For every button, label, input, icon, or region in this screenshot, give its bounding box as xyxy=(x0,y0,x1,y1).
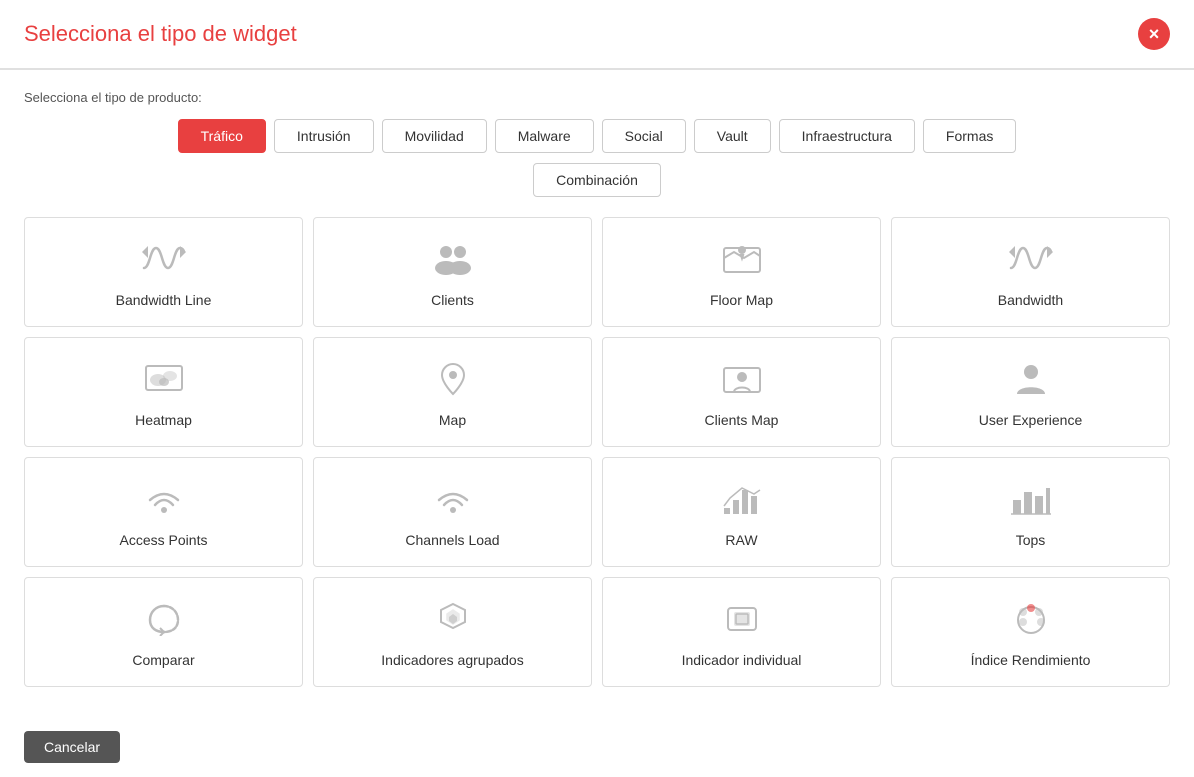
widget-raw[interactable]: RAW xyxy=(602,457,881,567)
widget-user-experience[interactable]: User Experience xyxy=(891,337,1170,447)
widget-channels-load[interactable]: Channels Load xyxy=(313,457,592,567)
widget-tops[interactable]: Tops xyxy=(891,457,1170,567)
widget-indicador-individual[interactable]: Indicador individual xyxy=(602,577,881,687)
comparar-icon xyxy=(142,600,186,642)
close-icon: × xyxy=(1149,24,1160,45)
widget-clients-map-label: Clients Map xyxy=(705,412,779,428)
widgets-grid: Bandwidth Line Clients xyxy=(24,217,1170,687)
tab-combinacion[interactable]: Combinación xyxy=(533,163,661,197)
widget-access-points-label: Access Points xyxy=(120,532,208,548)
widget-indice-rendimiento-label: Índice Rendimiento xyxy=(971,652,1091,668)
channels-load-icon xyxy=(431,480,475,522)
indicadores-agrupados-icon xyxy=(431,600,475,642)
raw-icon xyxy=(720,480,764,522)
widget-clients-map[interactable]: Clients Map xyxy=(602,337,881,447)
widget-map[interactable]: Map xyxy=(313,337,592,447)
widget-comparar[interactable]: Comparar xyxy=(24,577,303,687)
widget-access-points[interactable]: Access Points xyxy=(24,457,303,567)
modal-title: Selecciona el tipo de widget xyxy=(24,21,297,47)
tab-intrusion[interactable]: Intrusión xyxy=(274,119,374,153)
widget-indicadores-agrupados[interactable]: Indicadores agrupados xyxy=(313,577,592,687)
modal-footer: Cancelar xyxy=(0,717,1194,777)
shuffle-icon xyxy=(142,240,186,282)
widget-clients-label: Clients xyxy=(431,292,474,308)
cancel-button[interactable]: Cancelar xyxy=(24,731,120,763)
indice-rendimiento-icon xyxy=(1009,600,1053,642)
indicador-individual-icon xyxy=(720,600,764,642)
widget-indicador-individual-label: Indicador individual xyxy=(682,652,802,668)
user-experience-icon xyxy=(1009,360,1053,402)
heatmap-icon xyxy=(142,360,186,402)
tab-trafico[interactable]: Tráfico xyxy=(178,119,266,153)
widget-indice-rendimiento[interactable]: Índice Rendimiento xyxy=(891,577,1170,687)
widget-indicadores-agrupados-label: Indicadores agrupados xyxy=(381,652,523,668)
tab-infraestructura[interactable]: Infraestructura xyxy=(779,119,915,153)
clients-map-icon xyxy=(720,360,764,402)
widget-bandwidth-line-label: Bandwidth Line xyxy=(116,292,212,308)
widget-floor-map[interactable]: Floor Map xyxy=(602,217,881,327)
widget-user-experience-label: User Experience xyxy=(979,412,1083,428)
widget-tops-label: Tops xyxy=(1016,532,1046,548)
widget-channels-load-label: Channels Load xyxy=(405,532,499,548)
modal-header: Selecciona el tipo de widget × xyxy=(0,0,1194,70)
access-points-icon xyxy=(142,480,186,522)
bandwidth-shuffle-icon xyxy=(1009,240,1053,282)
widget-bandwidth-line[interactable]: Bandwidth Line xyxy=(24,217,303,327)
tab-movilidad[interactable]: Movilidad xyxy=(382,119,487,153)
tops-icon xyxy=(1009,480,1053,522)
widget-raw-label: RAW xyxy=(725,532,757,548)
floormap-icon xyxy=(720,240,764,282)
widget-heatmap[interactable]: Heatmap xyxy=(24,337,303,447)
modal-body: Selecciona el tipo de producto: Tráfico … xyxy=(0,70,1194,717)
widget-clients[interactable]: Clients xyxy=(313,217,592,327)
widget-bandwidth-label: Bandwidth xyxy=(998,292,1063,308)
tab-vault[interactable]: Vault xyxy=(694,119,771,153)
tab-formas[interactable]: Formas xyxy=(923,119,1016,153)
modal-overlay: Selecciona el tipo de widget × Seleccion… xyxy=(0,0,1194,777)
widget-map-label: Map xyxy=(439,412,466,428)
close-button[interactable]: × xyxy=(1138,18,1170,50)
widget-bandwidth[interactable]: Bandwidth xyxy=(891,217,1170,327)
product-label: Selecciona el tipo de producto: xyxy=(24,90,1170,105)
widget-floor-map-label: Floor Map xyxy=(710,292,773,308)
widget-heatmap-label: Heatmap xyxy=(135,412,192,428)
tab-malware[interactable]: Malware xyxy=(495,119,594,153)
tab-social[interactable]: Social xyxy=(602,119,686,153)
widget-comparar-label: Comparar xyxy=(132,652,194,668)
clients-icon xyxy=(431,240,475,282)
combinacion-row: Combinación xyxy=(24,163,1170,197)
filter-tabs: Tráfico Intrusión Movilidad Malware Soci… xyxy=(24,119,1170,153)
map-icon xyxy=(431,360,475,402)
